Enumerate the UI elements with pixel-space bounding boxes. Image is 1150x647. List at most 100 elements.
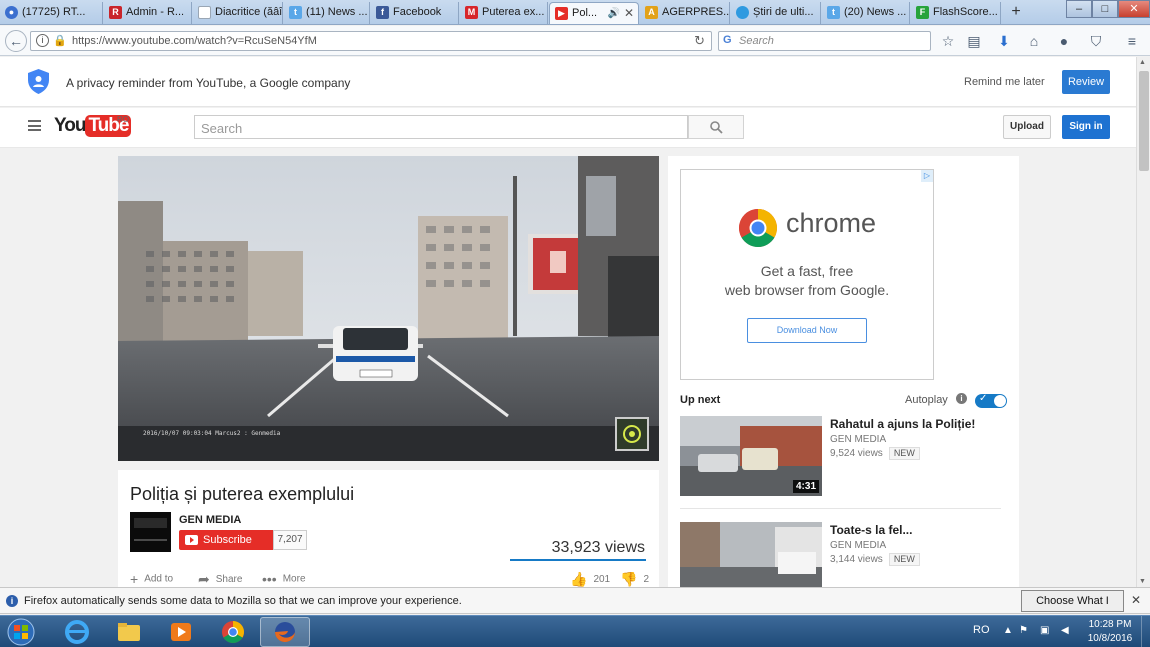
adchoices-icon[interactable]: ▷ xyxy=(921,170,933,182)
views-text: 3,144 views xyxy=(830,554,883,565)
maximize-button[interactable]: □ xyxy=(1092,0,1118,18)
like-button[interactable]: 👍 201 xyxy=(570,571,610,588)
guide-menu-icon[interactable] xyxy=(28,120,41,131)
browser-tab[interactable]: A AGERPRES... xyxy=(640,2,730,24)
home-icon[interactable]: ⌂ xyxy=(1024,31,1044,51)
search-engine-icon[interactable]: G xyxy=(723,34,732,46)
volume-icon[interactable]: ◀ xyxy=(1061,625,1072,636)
share-button[interactable]: ➦ Share xyxy=(198,571,242,588)
download-icon[interactable]: ⬇ xyxy=(994,31,1014,51)
taskbar-chrome[interactable] xyxy=(208,617,258,647)
scroll-down-icon[interactable]: ▼ xyxy=(1139,578,1146,585)
tray-expand-icon[interactable]: ▲ xyxy=(1003,625,1014,636)
language-indicator[interactable]: RO xyxy=(973,624,990,636)
related-video-views: 3,144 views NEW xyxy=(830,553,920,566)
upload-button[interactable]: Upload xyxy=(1003,115,1051,139)
site-info-icon[interactable]: i xyxy=(36,34,49,47)
dislike-button[interactable]: 👎 2 xyxy=(620,571,649,588)
address-bar[interactable]: i 🔒 https://www.youtube.com/watch?v=RcuS… xyxy=(30,31,712,51)
minimize-button[interactable]: – xyxy=(1066,0,1092,18)
related-video[interactable]: 4:31 Rahatul a ajuns la Poliție! GEN MED… xyxy=(680,416,1008,496)
youtube-logo[interactable]: You Tube RO xyxy=(54,115,132,141)
action-center-flag-icon[interactable]: ⚑ xyxy=(1019,625,1030,636)
subscribe-button[interactable]: Subscribe xyxy=(179,530,273,550)
media-player-icon xyxy=(171,623,191,641)
ad-tagline-2: web browser from Google. xyxy=(724,282,890,298)
browser-search-bar[interactable]: G Search xyxy=(718,31,931,51)
reload-icon[interactable]: ↻ xyxy=(694,33,705,49)
channel-name[interactable]: GEN MEDIA xyxy=(179,514,241,526)
browser-tab[interactable]: Diacritice (ăâîș... xyxy=(193,2,283,24)
autoplay-toggle[interactable]: ✓ xyxy=(975,393,1007,408)
related-video-title[interactable]: Toate-s la fel... xyxy=(830,523,912,537)
browser-tab[interactable]: M Puterea ex... xyxy=(460,2,548,24)
search-input[interactable]: Search xyxy=(194,115,688,139)
browser-tab[interactable]: f Facebook xyxy=(371,2,459,24)
browser-tab[interactable]: Știri de ulti... xyxy=(731,2,821,24)
bookmark-star-icon[interactable]: ☆ xyxy=(938,31,958,51)
related-video-thumbnail[interactable] xyxy=(680,522,822,587)
tab-title: Știri de ulti... xyxy=(753,6,814,18)
tab-title: Puterea ex... xyxy=(482,6,545,18)
network-icon[interactable]: ▣ xyxy=(1040,625,1051,636)
scroll-up-icon[interactable]: ▲ xyxy=(1139,59,1146,66)
internet-explorer-icon xyxy=(65,620,89,644)
clock-time[interactable]: 10:28 PM xyxy=(1086,619,1134,630)
logo-you: You xyxy=(54,115,87,136)
autoplay-info-icon[interactable]: i xyxy=(956,393,967,404)
chrome-ad[interactable]: ▷ chrome Get a fast, free web browser fr… xyxy=(680,169,934,380)
channel-avatar[interactable] xyxy=(130,512,171,552)
privacy-reminder-banner: A privacy reminder from YouTube, a Googl… xyxy=(0,57,1136,107)
sign-in-button[interactable]: Sign in xyxy=(1062,115,1110,139)
share-label: Share xyxy=(215,574,243,585)
video-player[interactable]: 2016/10/07 09:03:04 Marcus2 : Genmedia xyxy=(118,156,659,461)
search-button[interactable] xyxy=(688,115,744,139)
browser-tab[interactable]: t (11) News ... xyxy=(284,2,370,24)
subscribe-label: Subscribe xyxy=(203,534,252,546)
windows-start-icon[interactable] xyxy=(4,617,38,647)
related-video-title[interactable]: Rahatul a ajuns la Poliție! xyxy=(830,417,975,431)
related-video-thumbnail[interactable]: 4:31 xyxy=(680,416,822,496)
taskbar-media-player[interactable] xyxy=(156,617,206,647)
menu-icon[interactable]: ≡ xyxy=(1122,31,1142,51)
scrollbar-thumb[interactable] xyxy=(1139,71,1149,171)
close-notice-icon[interactable]: ✕ xyxy=(1131,593,1141,607)
new-tab-button[interactable]: + xyxy=(1006,2,1026,22)
search-icon xyxy=(710,121,723,134)
dislike-count: 2 xyxy=(643,574,649,585)
youtube-icon: ▶ xyxy=(555,7,568,20)
agerpres-icon: A xyxy=(645,6,658,19)
channel-watermark[interactable] xyxy=(615,417,649,451)
review-button[interactable]: Review xyxy=(1062,70,1110,94)
taskbar-firefox[interactable] xyxy=(260,617,310,647)
reading-list-icon[interactable]: ▤ xyxy=(964,31,984,51)
browser-tab[interactable]: ● (17725) RT... xyxy=(0,2,103,24)
browser-tab[interactable]: R Admin - R... xyxy=(104,2,192,24)
clock-date[interactable]: 10/8/2016 xyxy=(1086,633,1134,644)
check-icon: ✓ xyxy=(979,393,988,404)
page-scrollbar[interactable]: ▲ ▼ xyxy=(1136,57,1150,587)
close-tab-icon[interactable]: ✕ xyxy=(624,3,634,24)
chrome-icon xyxy=(222,621,244,643)
taskbar-internet-explorer[interactable] xyxy=(52,617,102,647)
pocket-icon[interactable]: ⛉ xyxy=(1086,31,1106,51)
remind-later-link[interactable]: Remind me later xyxy=(964,76,1045,88)
download-now-button[interactable]: Download Now xyxy=(747,318,867,343)
chat-icon[interactable]: ● xyxy=(1054,31,1074,51)
taskbar-file-explorer[interactable] xyxy=(104,617,154,647)
show-desktop-button[interactable] xyxy=(1141,616,1150,647)
browser-tab-active[interactable]: ▶ Pol... 🔊 ✕ xyxy=(549,2,639,24)
speaker-icon[interactable]: 🔊 xyxy=(608,3,620,24)
tab-title: (17725) RT... xyxy=(22,6,86,18)
more-button[interactable]: ••• More xyxy=(262,571,306,587)
choose-what-i-share-button[interactable]: Choose What I Share xyxy=(1021,590,1124,627)
back-arrow-icon[interactable]: ← xyxy=(5,30,27,52)
views-text: 9,524 views xyxy=(830,448,883,459)
browser-tab[interactable]: t (20) News ... xyxy=(822,2,910,24)
channel-avatar-image xyxy=(130,512,171,552)
video-timestamp: 2016/10/07 09:03:04 Marcus2 : Genmedia xyxy=(143,430,281,437)
add-to-button[interactable]: + Add to xyxy=(130,571,173,587)
view-count: 33,923 views xyxy=(551,539,645,556)
browser-tab[interactable]: F FlashScore... xyxy=(911,2,1001,24)
close-window-button[interactable]: ✕ xyxy=(1118,0,1150,18)
